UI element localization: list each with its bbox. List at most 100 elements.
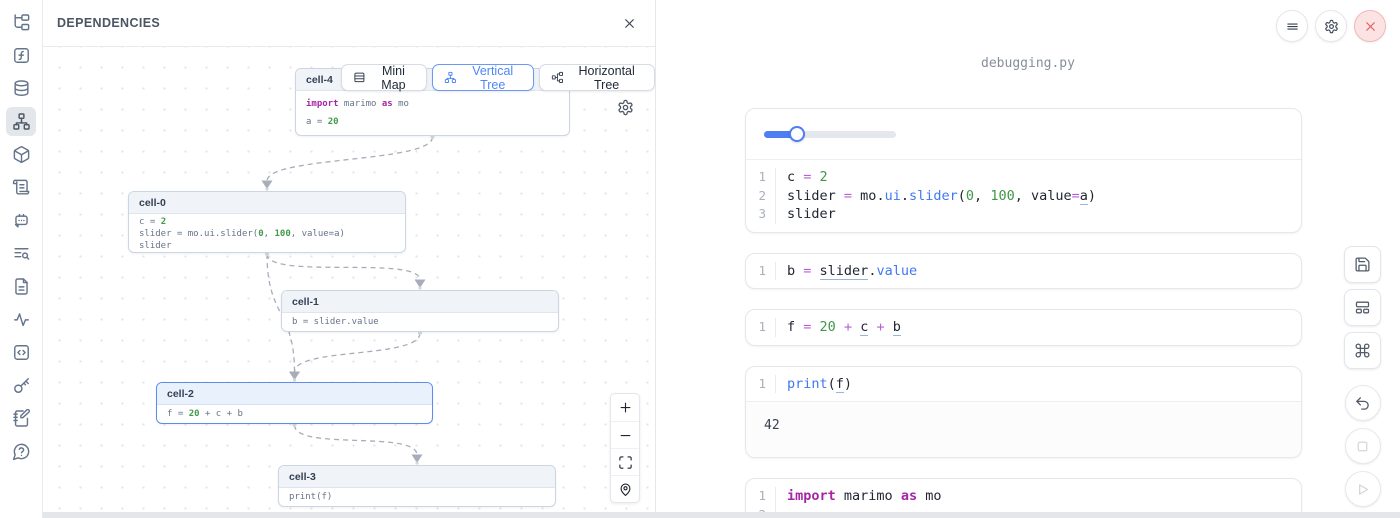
graph-node-cell-3[interactable]: cell-3 print(f) [278,465,556,507]
activity-icon [12,310,31,329]
code-line: 2slider = mo.ui.slider(0, 100, value=a) [746,187,1301,206]
button-label: Vertical Tree [463,64,523,92]
graph-fullscreen-button[interactable] [611,448,639,475]
sidebar-item-secrets[interactable] [6,371,36,400]
cell-editor[interactable]: 1print(f) [746,367,1301,402]
notebook-cell[interactable]: 1f = 20 + c + b [745,309,1302,346]
cell-editor[interactable]: 1c = 22slider = mo.ui.slider(0, 100, val… [746,160,1301,232]
keyboard-shortcuts-button[interactable] [1344,332,1381,369]
graph-view-toolbar: Mini Map Vertical Tree Horizontal Tree [341,64,655,91]
notebook-cell[interactable]: 1print(f)42 [745,366,1302,459]
sidebar-item-help[interactable] [6,437,36,466]
stop-icon [1354,438,1371,455]
network-icon [12,112,31,131]
graph-node-title: cell-3 [279,466,555,488]
graph-settings-button[interactable] [617,99,634,116]
graph-view-mini-map-button[interactable]: Mini Map [341,64,427,91]
notebook-topbar [1276,10,1386,42]
settings-button[interactable] [1315,10,1347,42]
horizontal-scrollbar[interactable] [43,512,1400,518]
sidebar-item-notebook-pen[interactable] [6,404,36,433]
dependencies-panel-header: DEPENDENCIES [43,0,655,47]
graph-node-title: cell-2 [157,383,432,405]
layout-switch-button[interactable] [1344,289,1381,326]
sidebar-item-file-explorer[interactable] [6,8,36,37]
sidebar-item-dependencies[interactable] [6,107,36,136]
notebook-cell[interactable]: 1b = slider.value [745,253,1302,290]
notebook-filename[interactable]: debugging.py [656,56,1400,71]
shutdown-button[interactable] [1354,10,1386,42]
vertical-tree-icon [444,70,457,85]
graph-zoom-controls [610,393,640,503]
sidebar-item-scratchpad[interactable] [6,338,36,367]
code-line: 3slider [746,205,1301,224]
maximize-icon [618,455,633,470]
graph-node-cell-0[interactable]: cell-0 c = 2slider = mo.ui.slider(0, 100… [128,191,406,253]
command-icon [1354,342,1371,359]
slider-thumb[interactable] [789,126,805,142]
line-number: 3 [746,205,776,224]
graph-view-vertical-tree-button[interactable]: Vertical Tree [432,64,534,91]
gear-icon [617,99,634,116]
graph-locate-button[interactable] [611,475,639,502]
panel-title: DEPENDENCIES [57,16,160,30]
layout-icon [1354,299,1371,316]
file-text-icon [12,277,31,296]
undo-icon [1354,395,1371,412]
graph-node-code: b = slider.value [282,313,558,331]
database-icon [12,79,31,98]
sidebar-item-packages[interactable] [6,140,36,169]
graph-zoom-out-button[interactable] [611,421,639,448]
sidebar-item-chat[interactable] [6,206,36,235]
graph-node-title: cell-0 [129,192,405,214]
code-line: 1c = 2 [746,168,1301,187]
run-button[interactable] [1345,471,1381,507]
code-line: 1import marimo as mo [746,487,1301,506]
locate-icon [618,482,633,497]
notebook-cell[interactable]: 1c = 22slider = mo.ui.slider(0, 100, val… [745,108,1302,233]
sidebar-item-documentation[interactable] [6,239,36,268]
line-number: 1 [746,487,776,506]
graph-zoom-in-button[interactable] [611,394,639,421]
bot-chat-icon [12,211,31,230]
graph-node-code: c = 2slider = mo.ui.slider(0, 100, value… [129,214,405,253]
line-number: 1 [746,262,776,281]
key-icon [12,376,31,395]
minus-icon [618,428,633,443]
cell-editor[interactable]: 1f = 20 + c + b [746,310,1301,345]
cell-console-output: 42 [746,401,1301,457]
sidebar-item-variables[interactable] [6,41,36,70]
stop-button[interactable] [1345,428,1381,464]
graph-view-horizontal-tree-button[interactable]: Horizontal Tree [539,64,655,91]
undo-button[interactable] [1345,385,1381,421]
horizontal-tree-icon [551,70,564,85]
button-label: Mini Map [372,64,415,92]
sidebar-item-snippets[interactable] [6,272,36,301]
notebook-menu-button[interactable] [1276,10,1308,42]
graph-node-cell-2[interactable]: cell-2 f = 20 + c + b [156,382,433,424]
function-square-icon [12,46,31,65]
sidebar-item-tracing[interactable] [6,305,36,334]
list-search-icon [12,244,31,263]
graph-node-cell-1[interactable]: cell-1 b = slider.value [281,290,559,332]
slider-widget[interactable] [764,126,896,142]
notebook-cells: 1c = 22slider = mo.ui.slider(0, 100, val… [656,0,1400,518]
sidebar-item-datasources[interactable] [6,74,36,103]
save-button[interactable] [1344,246,1381,283]
dependency-graph-canvas[interactable]: cell-4 import marimo as moa = 20 cell-0 … [43,47,655,518]
notebook-pen-icon [12,409,31,428]
close-x-icon [1363,19,1378,34]
cell-editor[interactable]: 1b = slider.value [746,254,1301,289]
tree-icon [12,13,31,32]
graph-node-code: print(f) [279,488,555,506]
panel-close-button[interactable] [622,16,637,31]
help-icon [12,442,31,461]
gear-icon [1324,19,1339,34]
line-number: 2 [746,187,776,206]
line-number: 1 [746,318,776,337]
sidebar-item-logs[interactable] [6,173,36,202]
box-icon [12,145,31,164]
play-icon [1354,481,1371,498]
save-icon [1354,256,1371,273]
menu-icon [1285,19,1300,34]
